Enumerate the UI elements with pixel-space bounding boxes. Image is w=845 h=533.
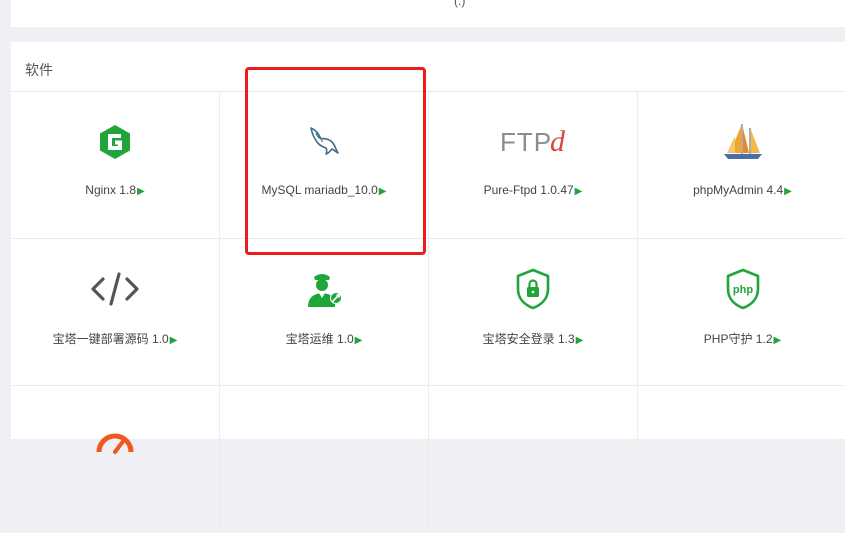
- panel-title: 软件: [25, 62, 53, 78]
- software-item-secure-login[interactable]: 宝塔安全登录 1.3▶: [429, 239, 638, 386]
- software-item-nginx[interactable]: Nginx 1.8▶: [11, 92, 220, 239]
- software-panel: 软件 Nginx 1.8▶ MySQL mariadb_10.0▶ FTPd P…: [11, 42, 845, 533]
- top-card-fragment: (.): [454, 0, 466, 8]
- play-arrow-icon: ▶: [354, 335, 363, 346]
- php-badge-text: php: [732, 284, 752, 296]
- software-item-empty: [638, 386, 845, 533]
- software-item-one-click-deploy[interactable]: 宝塔一键部署源码 1.0▶: [11, 239, 220, 386]
- software-item-label: 宝塔运维 1.0▶: [285, 332, 363, 346]
- maintenance-worker-icon: [220, 267, 428, 311]
- nginx-icon: [11, 120, 219, 164]
- play-arrow-icon: ▶: [574, 186, 583, 197]
- play-arrow-icon: ▶: [137, 186, 145, 197]
- software-item-ops[interactable]: 宝塔运维 1.0▶: [220, 239, 429, 386]
- software-item-label: PHP守护 1.2▶: [703, 332, 782, 346]
- speed-icon: [11, 422, 219, 466]
- play-arrow-icon: ▶: [575, 335, 584, 346]
- sailboat-icon: [638, 120, 845, 164]
- top-card: (.): [11, 0, 845, 27]
- play-arrow-icon: ▶: [169, 335, 178, 346]
- software-item-empty: [220, 386, 429, 533]
- ftp-icon: FTPd: [499, 125, 567, 158]
- software-item-label: Pure-Ftpd 1.0.47▶: [483, 183, 583, 197]
- software-item-pure-ftpd[interactable]: FTPd Pure-Ftpd 1.0.47▶: [429, 92, 638, 239]
- software-item-partial[interactable]: [11, 386, 220, 533]
- software-item-label: 宝塔一键部署源码 1.0▶: [52, 332, 178, 346]
- software-grid: Nginx 1.8▶ MySQL mariadb_10.0▶ FTPd Pure…: [11, 91, 845, 533]
- software-item-label: 宝塔安全登录 1.3▶: [482, 332, 584, 346]
- software-item-label: Nginx 1.8▶: [85, 183, 145, 197]
- software-item-phpmyadmin[interactable]: phpMyAdmin 4.4▶: [638, 92, 845, 239]
- code-brackets-icon: [11, 267, 219, 311]
- software-item-empty: [429, 386, 638, 533]
- play-arrow-icon: ▶: [784, 186, 792, 197]
- php-shield-icon: php: [638, 267, 845, 311]
- software-item-php-guard[interactable]: php PHP守护 1.2▶: [638, 239, 845, 386]
- highlight-annotation-box: [245, 67, 426, 255]
- secure-login-shield-icon: [429, 267, 637, 311]
- play-arrow-icon: ▶: [773, 335, 782, 346]
- software-item-label: phpMyAdmin 4.4▶: [693, 183, 792, 197]
